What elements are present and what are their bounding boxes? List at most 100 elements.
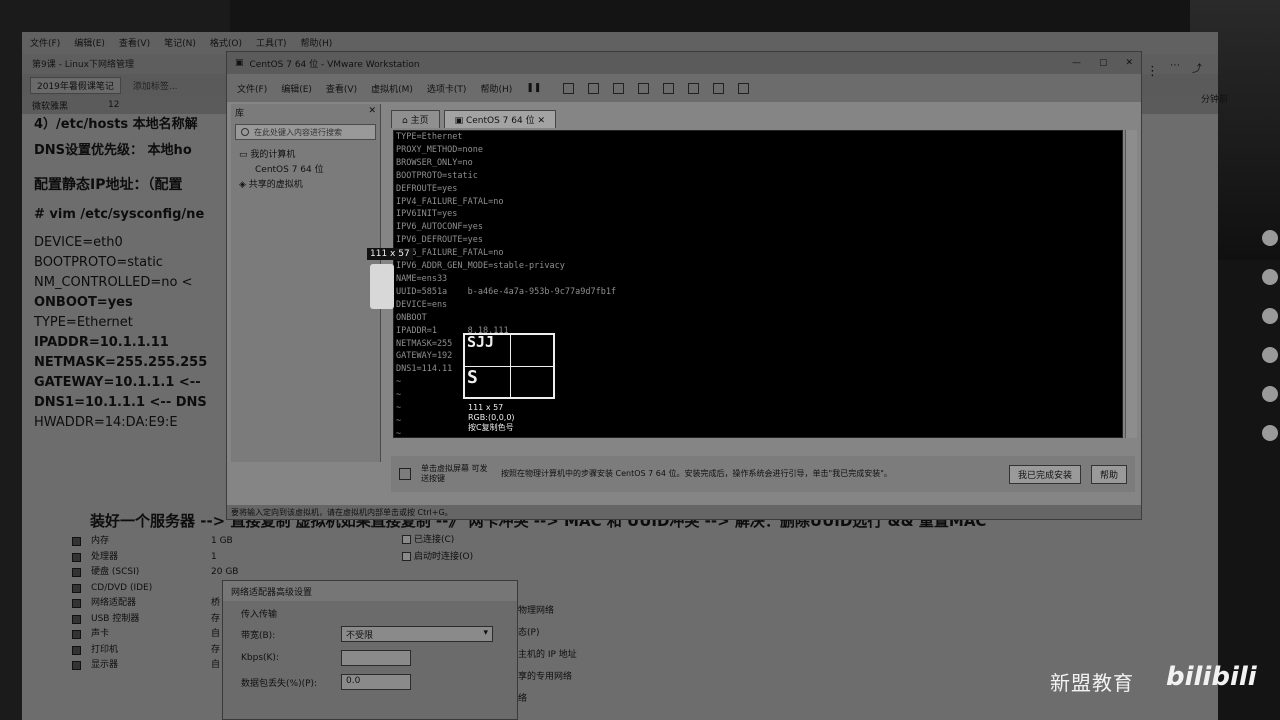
computer-icon: ▭	[239, 150, 251, 160]
doc-line: ONBOOT=yes	[34, 295, 133, 310]
vmware-menubar: 文件(F) 编辑(E) 查看(V) 虚拟机(M) 选项卡(T) 帮助(H) ❚❚	[227, 74, 1141, 102]
connect-at-power-on-checkbox[interactable]: 启动时连接(O)	[402, 549, 473, 566]
vm-menu-view[interactable]: 查看(V)	[326, 82, 357, 95]
selection-region[interactable]	[370, 264, 394, 309]
list-item[interactable]: 内存 1 GB	[72, 534, 271, 550]
notebook-selector[interactable]: 2019年暑假课笔记	[30, 76, 121, 94]
screen: 文件(F) 编辑(E) 查看(V) 笔记(N) 格式(O) 工具(T) 帮助(H…	[0, 0, 1280, 720]
vm-icon: ▣	[454, 116, 466, 126]
tab-centos[interactable]: ▣ CentOS 7 64 位 ✕	[443, 110, 556, 128]
manage-snapshots-icon[interactable]	[638, 82, 650, 94]
radio-option[interactable]: 享的专用网络	[518, 666, 577, 688]
tab-label: 主页	[410, 116, 429, 126]
radio-option[interactable]: 物理网络	[518, 600, 577, 622]
bandwidth-select[interactable]: 不受限 ▾	[341, 626, 493, 642]
printer-icon	[72, 645, 81, 655]
send-keys-icon[interactable]	[563, 82, 575, 94]
revert-icon[interactable]	[613, 82, 625, 94]
note-menu-view[interactable]: 查看(V)	[119, 36, 150, 50]
radio-option[interactable]: 态(P)	[518, 622, 577, 644]
maximize-button[interactable]: ▢	[1099, 58, 1108, 68]
kbps-label: Kbps(K):	[241, 653, 279, 663]
doc-line: IPADDR=10.1.1.11	[34, 335, 169, 350]
dialog-section-title: 传入传输	[241, 610, 278, 620]
vmware-titlebar: ▣ CentOS 7 64 位 - VMware Workstation — ▢…	[227, 52, 1141, 74]
bandwidth-value: 不受限	[346, 631, 374, 641]
console-line: IPV6_AUTOCONF=yes	[396, 222, 483, 233]
hw-value: 20 GB	[211, 567, 239, 577]
note-menu-note[interactable]: 笔记(N)	[164, 36, 196, 50]
doc-line: DNS设置优先级： 本地ho	[34, 143, 192, 158]
download-icon[interactable]	[1262, 386, 1278, 402]
note-top-right-icons: ⋯ ⤴	[1170, 60, 1202, 75]
cd-icon	[72, 583, 81, 593]
vm-menu-help[interactable]: 帮助(H)	[480, 82, 512, 95]
console-scrollbar[interactable]	[1125, 130, 1137, 438]
tree-item-shared[interactable]: ◈ 共享的虚拟机	[239, 178, 372, 193]
console-line: BROWSER_ONLY=no	[396, 157, 473, 168]
snapshot-icon[interactable]	[588, 82, 600, 94]
doc-line: 4）/etc/hosts 本地名称解	[34, 117, 198, 132]
vm-toolbar	[563, 82, 750, 94]
vm-menu-vm[interactable]: 虚拟机(M)	[371, 82, 413, 95]
hw-name: 网络适配器	[91, 598, 137, 608]
window-controls: — ▢ ✕	[1072, 58, 1133, 68]
more-icon[interactable]: ⋯	[1170, 60, 1180, 75]
list-item[interactable]: 处理器 1	[72, 550, 271, 566]
vm-menu-file[interactable]: 文件(F)	[237, 82, 267, 95]
note-document: 4）/etc/hosts 本地名称解 DNS设置优先级： 本地ho 配置静态IP…	[34, 115, 207, 433]
doc-line: DEVICE=eth0	[34, 235, 123, 250]
vmware-logo-icon: ▣	[235, 58, 244, 68]
fullscreen-icon[interactable]	[663, 82, 675, 94]
disk-icon	[72, 568, 81, 578]
connected-checkbox[interactable]: 已连接(C)	[402, 532, 473, 549]
view-icon[interactable]	[738, 82, 750, 94]
doc-line: DNS1=10.1.1.1 <-- DNS	[34, 395, 207, 410]
sound-icon	[72, 630, 81, 640]
help-button[interactable]: 帮助	[1090, 464, 1127, 484]
pause-icon[interactable]: ❚❚	[526, 83, 541, 93]
cart-icon[interactable]	[1262, 269, 1278, 285]
packet-loss-label: 数据包丢失(%)(P):	[241, 678, 318, 689]
install-done-button[interactable]: 我已完成安装	[1008, 464, 1081, 484]
note-menu-help[interactable]: 帮助(H)	[301, 36, 333, 50]
note-menu-edit[interactable]: 编辑(E)	[74, 36, 105, 50]
brand-watermark: 新盟教育	[1050, 671, 1134, 695]
clipboard-icon[interactable]	[1262, 347, 1278, 363]
minimize-button[interactable]: —	[1072, 58, 1081, 68]
settings-icon[interactable]	[1262, 425, 1278, 441]
font-size-select[interactable]: 12	[108, 100, 119, 110]
radio-option[interactable]: 络	[518, 688, 577, 710]
tree-item-centos[interactable]: CentOS 7 64 位	[239, 163, 372, 178]
close-button[interactable]: ✕	[1125, 58, 1133, 68]
kbps-input[interactable]	[341, 650, 411, 666]
list-item[interactable]: 硬盘 (SCSI) 20 GB	[72, 565, 271, 581]
vm-menu-tabs[interactable]: 选项卡(T)	[427, 82, 467, 95]
home-icon: ⌂	[402, 116, 411, 126]
history-icon[interactable]	[1262, 230, 1278, 246]
vm-menu-edit[interactable]: 编辑(E)	[281, 82, 312, 95]
s-icon[interactable]	[1262, 308, 1278, 324]
packet-loss-input[interactable]: 0.0	[341, 674, 411, 690]
font-family-select[interactable]: 微软雅黑	[32, 99, 68, 112]
more-icon[interactable]: ⋮	[1146, 64, 1159, 79]
vm-tabs: ⌂ 主页 ▣ CentOS 7 64 位 ✕	[391, 110, 556, 128]
radio-option[interactable]: 主机的 IP 地址	[518, 644, 577, 666]
note-menu-file[interactable]: 文件(F)	[30, 36, 60, 50]
share-icon[interactable]: ⤴	[1192, 60, 1202, 75]
library-search-input[interactable]: 在此处键入内容进行搜索	[235, 124, 376, 140]
tab-home[interactable]: ⌂ 主页	[391, 110, 440, 128]
doc-line: # vim /etc/sysconfig/ne	[34, 207, 205, 222]
packet-loss-row: 数据包丢失(%)(P): 0.0	[223, 670, 517, 694]
note-menu-tools[interactable]: 工具(T)	[256, 36, 287, 50]
console-icon[interactable]	[713, 82, 725, 94]
unity-icon[interactable]	[688, 82, 700, 94]
tree-item-label: 共享的虚拟机	[248, 180, 303, 190]
tree-item-label: 我的计算机	[250, 150, 296, 160]
close-icon[interactable]: ✕	[368, 106, 376, 118]
note-menu-format[interactable]: 格式(O)	[210, 36, 242, 50]
console-line: TYPE=Ethernet	[396, 132, 463, 142]
add-tag-button[interactable]: 添加标签...	[133, 79, 178, 92]
tree-item-my-computer[interactable]: ▭ 我的计算机	[239, 148, 372, 163]
library-header: 库 ✕	[231, 104, 380, 120]
